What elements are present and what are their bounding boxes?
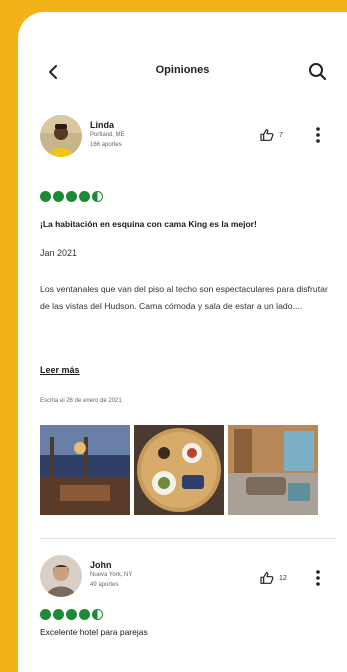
user-location: Nueva York, NY xyxy=(90,572,133,578)
review-title: ¡La habitación en esquina con cama King … xyxy=(40,219,257,229)
avatar[interactable] xyxy=(40,115,82,157)
helpful-vote-button[interactable]: 12 xyxy=(259,570,287,586)
rating-bubble-half xyxy=(92,191,103,202)
breakfast-tray-photo[interactable] xyxy=(134,425,224,515)
phone-screen: Opiniones Linda Portland, ME 166 aportes xyxy=(18,12,347,672)
rating-bubble-half xyxy=(92,609,103,620)
rating-bubble-full xyxy=(79,609,90,620)
user-contributions: 49 aportes xyxy=(90,582,119,588)
user-avatar-image xyxy=(40,555,82,597)
page-title: Opiniones xyxy=(155,64,210,76)
helpful-vote-button[interactable]: 7 xyxy=(259,127,283,143)
review-title: Excelente hotel para parejas xyxy=(40,627,148,637)
search-icon xyxy=(309,63,327,81)
more-options-button[interactable] xyxy=(312,568,324,588)
thumbs-up-icon xyxy=(260,129,274,141)
likes-count: 12 xyxy=(279,574,287,582)
more-vertical-icon xyxy=(316,570,320,586)
review-date: Jan 2021 xyxy=(40,248,78,258)
user-name[interactable]: John xyxy=(90,560,112,570)
rating-bubble-full xyxy=(40,191,51,202)
more-vertical-icon xyxy=(316,127,320,143)
hotel-room-city-view-photo[interactable] xyxy=(40,425,130,515)
avatar[interactable] xyxy=(40,555,82,597)
review-body: Los ventanales que van del piso al techo… xyxy=(40,284,328,311)
rating-bubbles xyxy=(40,191,103,202)
thumbs-up-icon xyxy=(260,572,274,584)
top-bar: Opiniones xyxy=(18,60,347,88)
rating-bubble-full xyxy=(66,191,77,202)
rating-bubble-full xyxy=(40,609,51,620)
user-name[interactable]: Linda xyxy=(90,120,114,130)
rating-bubble-full xyxy=(66,609,77,620)
rating-bubble-full xyxy=(53,191,64,202)
hotel-living-room-photo[interactable] xyxy=(228,425,318,515)
written-date: Escrita el 26 de enero de 2021 xyxy=(40,398,122,404)
read-more-link[interactable]: Leer más xyxy=(40,365,80,375)
likes-count: 7 xyxy=(279,131,283,139)
rating-bubble-full xyxy=(53,609,64,620)
search-button[interactable] xyxy=(306,60,330,84)
review-divider xyxy=(40,538,336,539)
rating-bubbles xyxy=(40,609,103,620)
more-options-button[interactable] xyxy=(312,125,324,145)
user-contributions: 166 aportes xyxy=(90,142,122,148)
user-avatar-image xyxy=(40,115,82,157)
review-photos xyxy=(40,425,318,515)
rating-bubble-full xyxy=(79,191,90,202)
user-location: Portland, ME xyxy=(90,132,125,138)
